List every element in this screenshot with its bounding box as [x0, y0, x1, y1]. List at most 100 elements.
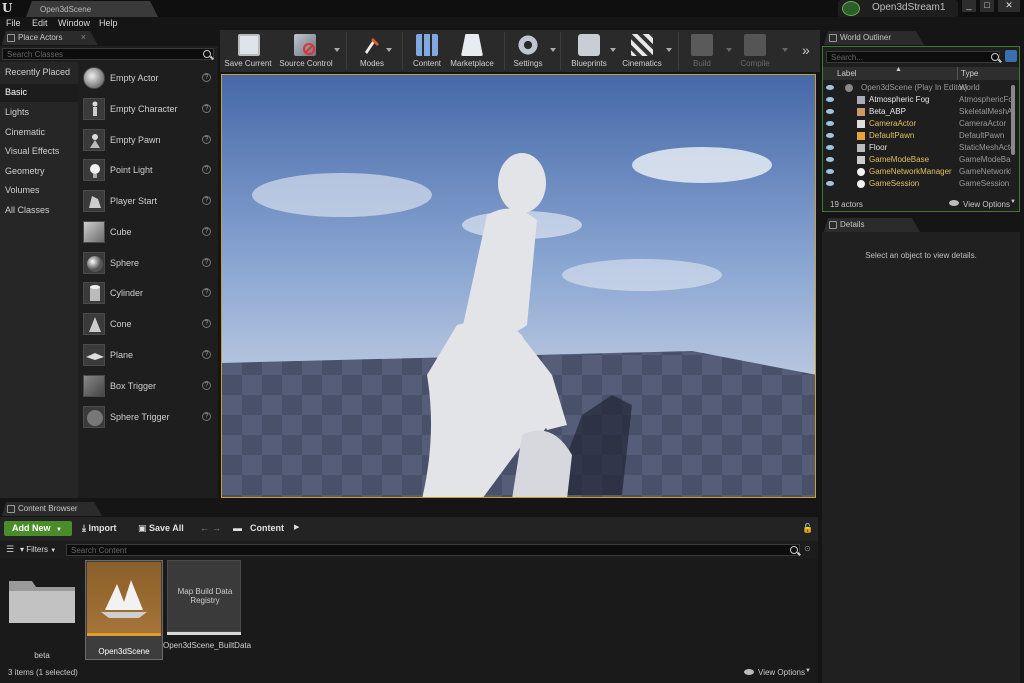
outliner-view-options[interactable]: View Options	[963, 200, 1010, 209]
visibility-eye-icon[interactable]	[826, 121, 834, 126]
asset-tile-open3dscene[interactable]: Open3dScene	[85, 560, 163, 660]
category-cinematic[interactable]: Cinematic	[0, 124, 78, 142]
world-outliner-tab[interactable]: World Outliner	[824, 31, 924, 45]
visibility-eye-icon[interactable]	[826, 181, 834, 186]
settings-dropdown-icon[interactable]	[550, 48, 556, 52]
save-all-button[interactable]: ▣ Save All	[138, 523, 184, 534]
actor-cylinder[interactable]: Cylinder ?	[80, 280, 216, 310]
blueprints-dropdown-icon[interactable]	[610, 48, 616, 52]
category-lights[interactable]: Lights	[0, 104, 78, 122]
forward-arrow-icon[interactable]: →	[212, 523, 221, 533]
search-classes-input[interactable]: Search Classes	[2, 48, 214, 60]
search-icon[interactable]	[991, 53, 999, 61]
category-visual-effects[interactable]: Visual Effects	[0, 143, 78, 161]
cinematics-button[interactable]: Cinematics	[620, 30, 664, 72]
visibility-eye-icon[interactable]	[826, 133, 834, 138]
actor-cone[interactable]: Cone ?	[80, 311, 216, 341]
actor-sphere-trigger[interactable]: Sphere Trigger ?	[80, 404, 216, 434]
actor-empty-actor[interactable]: Empty Actor ?	[80, 65, 216, 95]
outliner-row[interactable]: GameSession GameSession	[823, 178, 1019, 190]
content-browser-tab[interactable]: Content Browser	[2, 502, 102, 516]
actor-player-start[interactable]: Player Start ?	[80, 188, 216, 218]
menu-file[interactable]: File	[6, 18, 21, 28]
help-icon[interactable]: ?	[202, 350, 211, 359]
column-label[interactable]: Label	[837, 69, 857, 78]
marketplace-button[interactable]: Marketplace	[448, 30, 496, 72]
category-basic[interactable]: Basic	[0, 84, 78, 102]
save-current-button[interactable]: Save Current	[222, 30, 274, 72]
minimize-button[interactable]: _	[962, 0, 976, 12]
help-icon[interactable]: ?	[202, 319, 211, 328]
toolbar-overflow-icon[interactable]: »	[802, 42, 810, 58]
content-view-options[interactable]: View Options	[758, 668, 805, 677]
modes-dropdown-icon[interactable]	[386, 48, 392, 52]
filters-button[interactable]: ▾ Filters ▼	[20, 545, 56, 554]
outliner-search-input[interactable]: Search...	[826, 51, 1000, 63]
add-actor-icon[interactable]	[1005, 50, 1017, 62]
maximize-button[interactable]: □	[980, 0, 994, 12]
sources-toggle-icon[interactable]: ☰	[6, 544, 14, 555]
chevron-down-icon[interactable]: ▼	[805, 668, 811, 674]
path-content[interactable]: Content	[250, 523, 284, 533]
menu-edit[interactable]: Edit	[32, 18, 48, 28]
help-icon[interactable]: ?	[202, 412, 211, 421]
help-icon[interactable]: ?	[202, 135, 211, 144]
visibility-eye-icon[interactable]	[826, 145, 834, 150]
visibility-eye-icon[interactable]	[826, 157, 834, 162]
visibility-eye-icon[interactable]	[826, 97, 834, 102]
content-button[interactable]: Content	[406, 30, 448, 72]
document-tab[interactable]: Open3dScene	[26, 1, 158, 17]
settings-button[interactable]: Settings	[508, 30, 548, 72]
menu-window[interactable]: Window	[58, 18, 90, 28]
actor-cube[interactable]: Cube ?	[80, 219, 216, 249]
outliner-row[interactable]: Open3dScene (Play In Editor) World	[823, 82, 1019, 94]
actor-box-trigger[interactable]: Box Trigger ?	[80, 373, 216, 403]
chevron-right-icon[interactable]: ▶	[294, 523, 299, 531]
help-icon[interactable]: ?	[202, 196, 211, 205]
outliner-row[interactable]: DefaultPawn DefaultPawn	[823, 130, 1019, 142]
menu-help[interactable]: Help	[99, 18, 118, 28]
column-divider[interactable]	[957, 67, 958, 80]
visibility-eye-icon[interactable]	[826, 109, 834, 114]
close-button[interactable]: ✕	[998, 0, 1020, 12]
category-geometry[interactable]: Geometry	[0, 163, 78, 181]
place-actors-tab[interactable]: Place Actors ×	[2, 31, 98, 45]
blueprints-button[interactable]: Blueprints	[564, 30, 614, 72]
outliner-row[interactable]: CameraActor CameraActor	[823, 118, 1019, 130]
stream-badge[interactable]: Open3dStream1	[838, 0, 958, 17]
category-all-classes[interactable]: All Classes	[0, 202, 78, 220]
category-volumes[interactable]: Volumes	[0, 182, 78, 200]
add-new-button[interactable]: Add New ▼	[4, 521, 72, 536]
outliner-row[interactable]: Floor StaticMeshActor	[823, 142, 1019, 154]
cinematics-dropdown-icon[interactable]	[666, 48, 672, 52]
outliner-row[interactable]: GameModeBase GameModeBase	[823, 154, 1019, 166]
content-search-input[interactable]: Search Content	[66, 544, 800, 556]
back-arrow-icon[interactable]: ←	[200, 523, 209, 533]
help-icon[interactable]: ?	[202, 104, 211, 113]
help-icon[interactable]: ?	[202, 73, 211, 82]
help-icon[interactable]: ?	[202, 381, 211, 390]
chevron-down-icon[interactable]: ▼	[1010, 199, 1016, 205]
save-search-icon[interactable]: ⊙	[804, 544, 811, 553]
source-control-button[interactable]: Source Control	[278, 30, 334, 72]
compile-button[interactable]: Compile	[734, 30, 776, 72]
source-control-dropdown-icon[interactable]	[334, 48, 340, 52]
outliner-scrollbar[interactable]	[1011, 85, 1015, 155]
visibility-eye-icon[interactable]	[826, 85, 834, 90]
build-dropdown-icon[interactable]	[726, 48, 732, 52]
outliner-row[interactable]: Atmospheric Fog AtmosphericFog	[823, 94, 1019, 106]
tab-close-icon[interactable]: ×	[81, 32, 86, 42]
help-icon[interactable]: ?	[202, 165, 211, 174]
asset-tile-beta[interactable]: beta	[6, 567, 78, 660]
compile-dropdown-icon[interactable]	[782, 48, 788, 52]
level-viewport[interactable]	[221, 74, 816, 498]
actor-sphere[interactable]: Sphere ?	[80, 250, 216, 280]
search-icon[interactable]	[790, 546, 798, 554]
asset-tile-builtdata[interactable]: Map Build Data Registry Open3dScene_Buil…	[163, 560, 251, 660]
lock-icon[interactable]: 🔓	[802, 523, 813, 534]
details-tab[interactable]: Details	[824, 218, 920, 232]
build-button[interactable]: Build	[682, 30, 722, 72]
actor-plane[interactable]: Plane ?	[80, 342, 216, 372]
help-icon[interactable]: ?	[202, 258, 211, 267]
outliner-row[interactable]: GameNetworkManager GameNetworkManager	[823, 166, 1019, 178]
